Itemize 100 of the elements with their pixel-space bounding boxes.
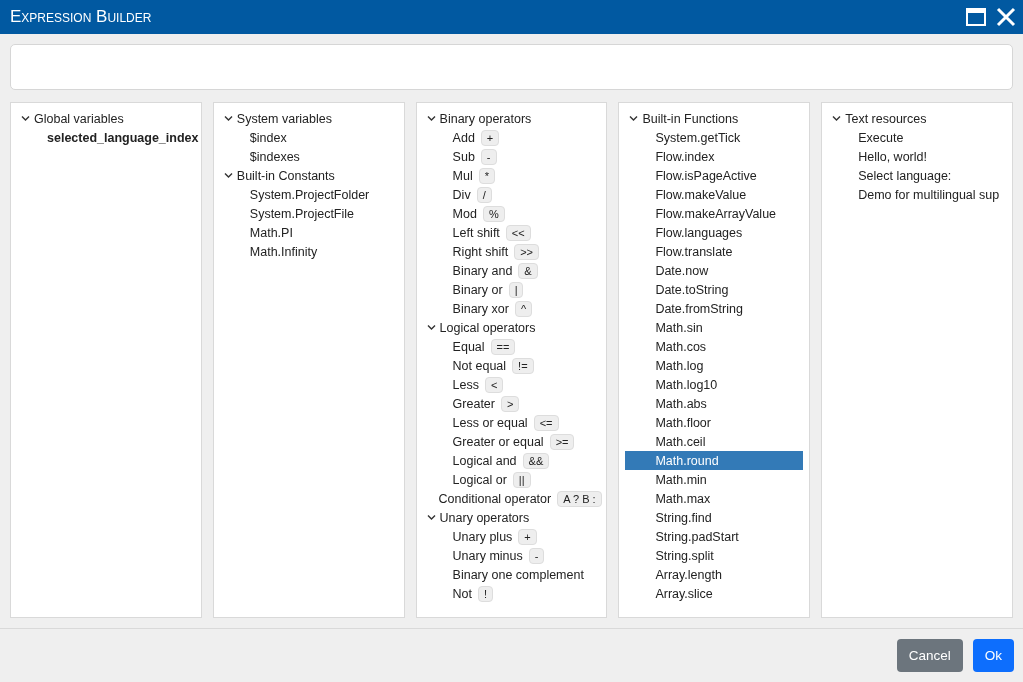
tree-item[interactable]: System.getTick xyxy=(625,128,804,147)
tree-item[interactable]: Not ! xyxy=(422,584,601,603)
cancel-button[interactable]: Cancel xyxy=(896,639,963,672)
tree-group[interactable]: Binary operators xyxy=(422,109,601,128)
operator-badge: A ? B : xyxy=(557,490,602,507)
tree-item[interactable]: Less or equal <= xyxy=(422,413,601,432)
operator-badge: <= xyxy=(533,414,559,431)
tree-group[interactable]: Built-in Constants xyxy=(219,166,398,185)
tree-item[interactable]: System.ProjectFolder xyxy=(219,185,398,204)
operator-badge: << xyxy=(505,224,531,241)
tree-item[interactable]: Binary one complement xyxy=(422,565,601,584)
tree-item[interactable]: Math.round xyxy=(625,451,804,470)
tree-group[interactable]: Logical operators xyxy=(422,318,601,337)
tree-item[interactable]: Math.cos xyxy=(625,337,804,356)
chevron-icon xyxy=(426,115,436,122)
tree-item[interactable]: Execute xyxy=(828,128,1006,147)
tree-group[interactable]: Global variables xyxy=(17,109,195,128)
operator-badge: - xyxy=(528,547,545,564)
tree-item[interactable]: Demo for multilingual sup xyxy=(828,185,1006,204)
tree-item[interactable]: Math.Infinity xyxy=(219,242,398,261)
tree-item[interactable]: Mod % xyxy=(422,204,601,223)
close-icon[interactable] xyxy=(995,6,1017,28)
chevron-icon xyxy=(223,115,233,122)
tree-item[interactable]: Math.ceil xyxy=(625,432,804,451)
tree-item[interactable]: Math.floor xyxy=(625,413,804,432)
tree-item[interactable]: Math.sin xyxy=(625,318,804,337)
operator-badge: - xyxy=(480,148,497,165)
chevron-icon xyxy=(223,172,233,179)
tree-item[interactable]: Greater or equal >= xyxy=(422,432,601,451)
tree-item[interactable]: String.find xyxy=(625,508,804,527)
tree-item[interactable]: Date.fromString xyxy=(625,299,804,318)
tree-item[interactable]: Mul * xyxy=(422,166,601,185)
chevron-icon xyxy=(426,514,436,521)
operator-badge: > xyxy=(501,395,520,412)
tree-item[interactable]: Binary xor ^ xyxy=(422,299,601,318)
tree-item[interactable]: Flow.makeArrayValue xyxy=(625,204,804,223)
tree-item[interactable]: Flow.index xyxy=(625,147,804,166)
operator-badge: ^ xyxy=(514,300,533,317)
tree-item[interactable]: Flow.translate xyxy=(625,242,804,261)
tree-item[interactable]: Equal == xyxy=(422,337,601,356)
tree-item[interactable]: System.ProjectFile xyxy=(219,204,398,223)
operator-badge: / xyxy=(476,186,492,203)
tree-item[interactable]: Binary or | xyxy=(422,280,601,299)
chevron-icon xyxy=(629,115,639,122)
operator-badge: & xyxy=(518,262,538,279)
tree-item[interactable]: $indexes xyxy=(219,147,398,166)
tree-item[interactable]: Unary minus - xyxy=(422,546,601,565)
chevron-icon xyxy=(426,324,436,331)
tree-item[interactable]: Div / xyxy=(422,185,601,204)
tree-item[interactable]: Sub - xyxy=(422,147,601,166)
tree-item[interactable]: Date.now xyxy=(625,261,804,280)
operator-badge: * xyxy=(478,167,496,184)
operator-badge: && xyxy=(522,452,550,469)
tree-item[interactable]: Math.abs xyxy=(625,394,804,413)
tree-item[interactable]: Left shift << xyxy=(422,223,601,242)
tree-item[interactable]: Math.log10 xyxy=(625,375,804,394)
tree-item[interactable]: String.split xyxy=(625,546,804,565)
tree-item[interactable]: Math.PI xyxy=(219,223,398,242)
operator-badge: | xyxy=(508,281,524,298)
operator-badge: >= xyxy=(549,433,575,450)
tree-item[interactable]: Array.length xyxy=(625,565,804,584)
expression-field[interactable] xyxy=(10,44,1013,90)
tree-item[interactable]: Math.log xyxy=(625,356,804,375)
tree-item[interactable]: Date.toString xyxy=(625,280,804,299)
tree-item[interactable]: Binary and & xyxy=(422,261,601,280)
tree-item[interactable]: $index xyxy=(219,128,398,147)
tree-item[interactable]: String.padStart xyxy=(625,527,804,546)
tree-item[interactable]: Right shift >> xyxy=(422,242,601,261)
tree-group[interactable]: Built-in Functions xyxy=(625,109,804,128)
tree-item[interactable]: Math.max xyxy=(625,489,804,508)
tree-item[interactable]: Conditional operator A ? B : xyxy=(422,489,601,508)
tree-item[interactable]: Flow.languages xyxy=(625,223,804,242)
tree-item[interactable]: Math.min xyxy=(625,470,804,489)
operator-badge: != xyxy=(512,357,534,374)
tree-item[interactable]: Flow.makeValue xyxy=(625,185,804,204)
maximize-icon[interactable] xyxy=(965,6,987,28)
operator-badge: % xyxy=(482,205,505,222)
tree-item[interactable]: Unary plus + xyxy=(422,527,601,546)
tree-group[interactable]: Text resources xyxy=(828,109,1006,128)
ok-button[interactable]: Ok xyxy=(972,639,1014,672)
tree-item[interactable]: Not equal != xyxy=(422,356,601,375)
operator-badge: || xyxy=(512,471,531,488)
tree-group[interactable]: System variables xyxy=(219,109,398,128)
tree-item[interactable]: Select language: xyxy=(828,166,1006,185)
tree-item[interactable]: Add + xyxy=(422,128,601,147)
tree-item[interactable]: Array.slice xyxy=(625,584,804,603)
operator-badge: < xyxy=(485,376,504,393)
window-title: Expression Builder xyxy=(10,7,153,27)
tree-group[interactable]: Unary operators xyxy=(422,508,601,527)
operator-badge: == xyxy=(490,338,516,355)
operator-badge: + xyxy=(518,528,537,545)
tree-item[interactable]: Flow.isPageActive xyxy=(625,166,804,185)
operator-badge: + xyxy=(480,129,500,146)
tree-item[interactable]: Less < xyxy=(422,375,601,394)
tree-item[interactable]: Greater > xyxy=(422,394,601,413)
tree-item[interactable]: Logical and && xyxy=(422,451,601,470)
operator-badge: ! xyxy=(478,585,494,602)
operator-badge: >> xyxy=(514,243,540,260)
tree-item[interactable]: Logical or || xyxy=(422,470,601,489)
tree-item[interactable]: Hello, world! xyxy=(828,147,1006,166)
